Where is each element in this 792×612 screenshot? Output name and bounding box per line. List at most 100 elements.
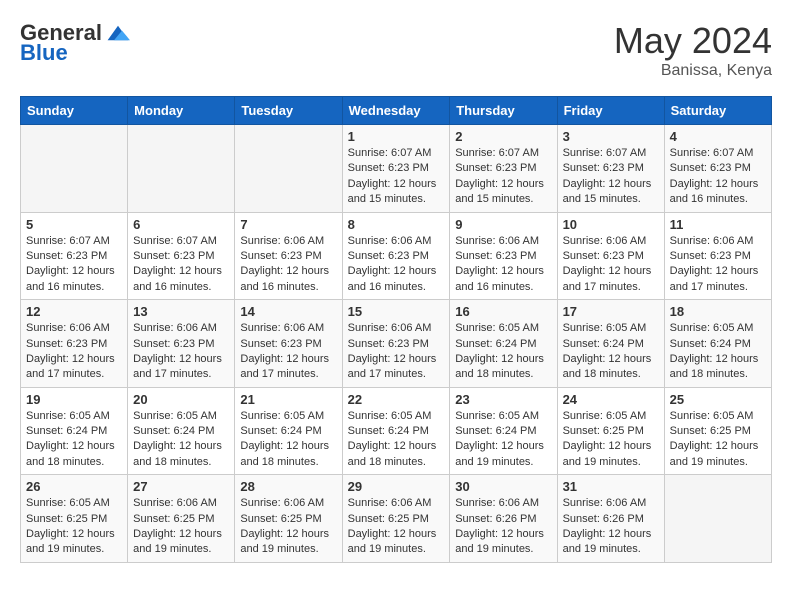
calendar-cell: 28Sunrise: 6:06 AM Sunset: 6:25 PM Dayli…	[235, 475, 342, 563]
logo-blue-text: Blue	[20, 40, 68, 66]
day-info: Sunrise: 6:06 AM Sunset: 6:25 PM Dayligh…	[133, 496, 229, 558]
day-info: Sunrise: 6:06 AM Sunset: 6:23 PM Dayligh…	[670, 234, 766, 296]
day-number: 16	[455, 304, 551, 319]
day-info: Sunrise: 6:06 AM Sunset: 6:26 PM Dayligh…	[563, 496, 659, 558]
day-number: 24	[563, 392, 659, 407]
day-number: 25	[670, 392, 766, 407]
day-number: 13	[133, 304, 229, 319]
day-number: 3	[563, 129, 659, 144]
day-number: 27	[133, 479, 229, 494]
calendar-table: SundayMondayTuesdayWednesdayThursdayFrid…	[20, 96, 772, 563]
calendar-cell: 25 Sunrise: 6:05 AM Sunset: 6:25 PM Dayli…	[664, 387, 771, 475]
calendar-cell: 30 Sunrise: 6:06 AM Sunset: 6:26 PM Dayli…	[450, 475, 557, 563]
day-number: 2	[455, 129, 551, 144]
day-info: Sunrise: 6:07 AM Sunset: 6:23 PM Dayligh…	[348, 146, 445, 208]
calendar-week-row: 5 Sunrise: 6:07 AM Sunset: 6:23 PM Daylig…	[21, 212, 772, 300]
day-number: 8	[348, 217, 445, 232]
day-number: 21	[240, 392, 336, 407]
weekday-header: Thursday	[450, 97, 557, 125]
weekday-header: Monday	[128, 97, 235, 125]
calendar-cell: 14 Sunrise: 6:06 AM Sunset: 6:23 PM Dayli…	[235, 300, 342, 388]
day-info: Sunrise: 6:07 AM Sunset: 6:23 PM Dayligh…	[670, 146, 766, 208]
calendar-cell: 22Sunrise: 6:05 AM Sunset: 6:24 PM Dayli…	[342, 387, 450, 475]
logo-icon	[106, 23, 130, 43]
calendar-cell: 21 Sunrise: 6:05 AM Sunset: 6:24 PM Dayli…	[235, 387, 342, 475]
calendar-cell: 16Sunrise: 6:05 AM Sunset: 6:24 PM Dayli…	[450, 300, 557, 388]
calendar-cell: 24Sunrise: 6:05 AM Sunset: 6:25 PM Dayli…	[557, 387, 664, 475]
calendar-cell	[664, 475, 771, 563]
day-info: Sunrise: 6:06 AM Sunset: 6:23 PM Dayligh…	[26, 321, 122, 383]
day-number: 22	[348, 392, 445, 407]
day-number: 26	[26, 479, 122, 494]
calendar-cell: 11 Sunrise: 6:06 AM Sunset: 6:23 PM Dayli…	[664, 212, 771, 300]
weekday-header: Tuesday	[235, 97, 342, 125]
day-info: Sunrise: 6:06 AM Sunset: 6:23 PM Dayligh…	[455, 234, 551, 296]
location-subtitle: Banissa, Kenya	[614, 62, 772, 80]
calendar-week-row: 1 Sunrise: 6:07 AM Sunset: 6:23 PM Daylig…	[21, 125, 772, 213]
day-number: 11	[670, 217, 766, 232]
calendar-cell: 9Sunrise: 6:06 AM Sunset: 6:23 PM Daylig…	[450, 212, 557, 300]
day-info: Sunrise: 6:06 AM Sunset: 6:23 PM Dayligh…	[563, 234, 659, 296]
day-number: 14	[240, 304, 336, 319]
calendar-cell: 12Sunrise: 6:06 AM Sunset: 6:23 PM Dayli…	[21, 300, 128, 388]
day-number: 28	[240, 479, 336, 494]
day-number: 5	[26, 217, 122, 232]
calendar-cell: 31 Sunrise: 6:06 AM Sunset: 6:26 PM Dayli…	[557, 475, 664, 563]
calendar-cell	[21, 125, 128, 213]
day-number: 6	[133, 217, 229, 232]
page-header: General Blue May 2024 Banissa, Kenya	[20, 20, 772, 80]
calendar-cell	[128, 125, 235, 213]
day-info: Sunrise: 6:07 AM Sunset: 6:23 PM Dayligh…	[133, 234, 229, 296]
calendar-cell: 1 Sunrise: 6:07 AM Sunset: 6:23 PM Daylig…	[342, 125, 450, 213]
calendar-cell: 8 Sunrise: 6:06 AM Sunset: 6:23 PM Daylig…	[342, 212, 450, 300]
calendar-cell: 5 Sunrise: 6:07 AM Sunset: 6:23 PM Daylig…	[21, 212, 128, 300]
day-info: Sunrise: 6:06 AM Sunset: 6:23 PM Dayligh…	[240, 321, 336, 383]
day-number: 10	[563, 217, 659, 232]
calendar-week-row: 26 Sunrise: 6:05 AM Sunset: 6:25 PM Dayli…	[21, 475, 772, 563]
calendar-cell: 2 Sunrise: 6:07 AM Sunset: 6:23 PM Daylig…	[450, 125, 557, 213]
day-number: 31	[563, 479, 659, 494]
calendar-week-row: 19 Sunrise: 6:05 AM Sunset: 6:24 PM Dayli…	[21, 387, 772, 475]
weekday-header: Sunday	[21, 97, 128, 125]
calendar-cell: 29Sunrise: 6:06 AM Sunset: 6:25 PM Dayli…	[342, 475, 450, 563]
day-info: Sunrise: 6:07 AM Sunset: 6:23 PM Dayligh…	[26, 234, 122, 296]
calendar-cell: 6 Sunrise: 6:07 AM Sunset: 6:23 PM Daylig…	[128, 212, 235, 300]
calendar-cell: 10 Sunrise: 6:06 AM Sunset: 6:23 PM Dayli…	[557, 212, 664, 300]
calendar-header-row: SundayMondayTuesdayWednesdayThursdayFrid…	[21, 97, 772, 125]
calendar-cell: 15Sunrise: 6:06 AM Sunset: 6:23 PM Dayli…	[342, 300, 450, 388]
calendar-cell: 17 Sunrise: 6:05 AM Sunset: 6:24 PM Dayli…	[557, 300, 664, 388]
calendar-cell	[235, 125, 342, 213]
day-info: Sunrise: 6:05 AM Sunset: 6:25 PM Dayligh…	[670, 409, 766, 471]
calendar-cell: 19 Sunrise: 6:05 AM Sunset: 6:24 PM Dayli…	[21, 387, 128, 475]
day-info: Sunrise: 6:07 AM Sunset: 6:23 PM Dayligh…	[455, 146, 551, 208]
day-info: Sunrise: 6:06 AM Sunset: 6:26 PM Dayligh…	[455, 496, 551, 558]
calendar-cell: 13 Sunrise: 6:06 AM Sunset: 6:23 PM Dayli…	[128, 300, 235, 388]
day-info: Sunrise: 6:06 AM Sunset: 6:23 PM Dayligh…	[133, 321, 229, 383]
day-info: Sunrise: 6:06 AM Sunset: 6:23 PM Dayligh…	[240, 234, 336, 296]
day-number: 7	[240, 217, 336, 232]
month-year-title: May 2024	[614, 20, 772, 62]
day-info: Sunrise: 6:05 AM Sunset: 6:24 PM Dayligh…	[455, 409, 551, 471]
day-number: 20	[133, 392, 229, 407]
day-info: Sunrise: 6:05 AM Sunset: 6:24 PM Dayligh…	[133, 409, 229, 471]
weekday-header: Saturday	[664, 97, 771, 125]
day-number: 17	[563, 304, 659, 319]
day-info: Sunrise: 6:05 AM Sunset: 6:24 PM Dayligh…	[240, 409, 336, 471]
day-info: Sunrise: 6:06 AM Sunset: 6:23 PM Dayligh…	[348, 321, 445, 383]
day-info: Sunrise: 6:05 AM Sunset: 6:24 PM Dayligh…	[26, 409, 122, 471]
day-number: 30	[455, 479, 551, 494]
day-info: Sunrise: 6:05 AM Sunset: 6:24 PM Dayligh…	[670, 321, 766, 383]
day-info: Sunrise: 6:06 AM Sunset: 6:23 PM Dayligh…	[348, 234, 445, 296]
calendar-cell: 27 Sunrise: 6:06 AM Sunset: 6:25 PM Dayli…	[128, 475, 235, 563]
calendar-week-row: 12Sunrise: 6:06 AM Sunset: 6:23 PM Dayli…	[21, 300, 772, 388]
day-number: 23	[455, 392, 551, 407]
day-info: Sunrise: 6:05 AM Sunset: 6:24 PM Dayligh…	[563, 321, 659, 383]
calendar-cell: 18Sunrise: 6:05 AM Sunset: 6:24 PM Dayli…	[664, 300, 771, 388]
calendar-cell: 23 Sunrise: 6:05 AM Sunset: 6:24 PM Dayli…	[450, 387, 557, 475]
weekday-header: Wednesday	[342, 97, 450, 125]
day-number: 4	[670, 129, 766, 144]
day-info: Sunrise: 6:05 AM Sunset: 6:25 PM Dayligh…	[26, 496, 122, 558]
day-number: 29	[348, 479, 445, 494]
day-number: 19	[26, 392, 122, 407]
day-number: 1	[348, 129, 445, 144]
